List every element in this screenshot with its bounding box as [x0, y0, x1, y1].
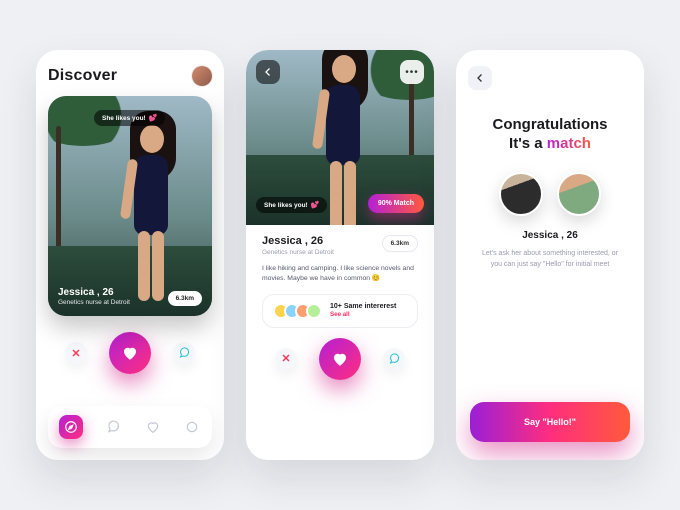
hero-photo: ••• She likes you! 💕 90% Match: [246, 50, 434, 225]
arrow-left-icon: [474, 72, 486, 84]
likes-you-badge: She likes you! 💕: [94, 110, 165, 126]
action-row: ✕: [48, 332, 212, 374]
discover-screen: Discover She likes you! 💕 Jessica , 26 G…: [36, 50, 224, 460]
profile-body: Jessica , 26 Genetics nurse at Detroit 6…: [258, 225, 422, 380]
card-footer: Jessica , 26 Genetics nurse at Detroit 6…: [58, 287, 202, 306]
hearts-icon: 💕: [311, 201, 320, 209]
compass-icon: [64, 420, 78, 434]
more-icon: •••: [405, 67, 419, 78]
back-button[interactable]: [468, 66, 492, 90]
chat-icon: [178, 347, 190, 359]
hearts-icon: 💕: [149, 114, 158, 122]
user-avatar: [499, 172, 543, 216]
interest-avatars: [273, 303, 322, 319]
heart-outline-icon: [146, 420, 160, 434]
back-button[interactable]: [256, 60, 280, 84]
action-row: ✕: [262, 338, 418, 380]
name-row: Jessica , 26 Genetics nurse at Detroit 6…: [262, 235, 418, 256]
circle-icon: [185, 420, 199, 434]
congrats-heading: Congratulations It's a match: [493, 116, 608, 152]
profile-name: Jessica , 26: [58, 287, 130, 298]
name-block: Jessica , 26 Genetics nurse at Detroit: [58, 287, 130, 306]
header: Discover: [48, 66, 212, 86]
like-button[interactable]: [319, 338, 361, 380]
profile-subtitle: Genetics nurse at Detroit: [58, 299, 130, 306]
congrats-line2: It's a match: [493, 135, 608, 152]
chat-icon: [388, 353, 400, 365]
interests-label: 10+ Same intererest: [330, 303, 396, 310]
match-avatar: [557, 172, 601, 216]
tab-bar: [48, 406, 212, 448]
match-word: match: [547, 135, 591, 152]
close-icon: ✕: [71, 347, 80, 360]
match-card[interactable]: She likes you! 💕 Jessica , 26 Genetics n…: [48, 96, 212, 316]
match-name: Jessica , 26: [522, 230, 578, 241]
reject-button[interactable]: ✕: [65, 342, 87, 364]
tab-discover[interactable]: [59, 415, 83, 439]
messages-icon: [106, 420, 120, 434]
profile-avatar[interactable]: [192, 66, 212, 86]
tab-likes[interactable]: [144, 418, 162, 436]
like-button[interactable]: [109, 332, 151, 374]
reject-button[interactable]: ✕: [275, 348, 297, 370]
heart-icon: [331, 350, 349, 368]
distance-pill: 6.3km: [168, 291, 202, 306]
chat-button[interactable]: [173, 342, 195, 364]
likes-you-badge: She likes you! 💕: [256, 197, 327, 213]
chat-button[interactable]: [383, 348, 405, 370]
match-message: Let's ask her about something interested…: [468, 249, 632, 270]
profile-name: Jessica , 26: [262, 235, 334, 247]
distance-pill: 6.3km: [382, 235, 418, 252]
tab-profile[interactable]: [183, 418, 201, 436]
page-title: Discover: [48, 67, 117, 85]
profile-photo: [112, 111, 182, 301]
tab-messages[interactable]: [104, 418, 122, 436]
profile-detail-screen: ••• She likes you! 💕 90% Match Jessica ,…: [246, 50, 434, 460]
heart-icon: [121, 344, 139, 362]
match-percent-badge: 90% Match: [368, 194, 424, 213]
say-hello-button[interactable]: Say "Hello!": [470, 402, 630, 442]
more-button[interactable]: •••: [400, 60, 424, 84]
avatar-pair: [499, 172, 601, 216]
congrats-line1: Congratulations: [493, 116, 608, 133]
see-all-link[interactable]: See all: [330, 311, 396, 318]
close-icon: ✕: [281, 352, 290, 365]
likes-you-label: She likes you!: [264, 202, 308, 209]
arrow-left-icon: [262, 66, 274, 78]
match-screen: Congratulations It's a match Jessica , 2…: [456, 50, 644, 460]
profile-bio: I like hiking and camping. I like scienc…: [262, 264, 418, 284]
profile-subtitle: Genetics nurse at Detroit: [262, 249, 334, 256]
likes-you-label: She likes you!: [102, 115, 146, 122]
interests-card[interactable]: 10+ Same intererest See all: [262, 294, 418, 328]
